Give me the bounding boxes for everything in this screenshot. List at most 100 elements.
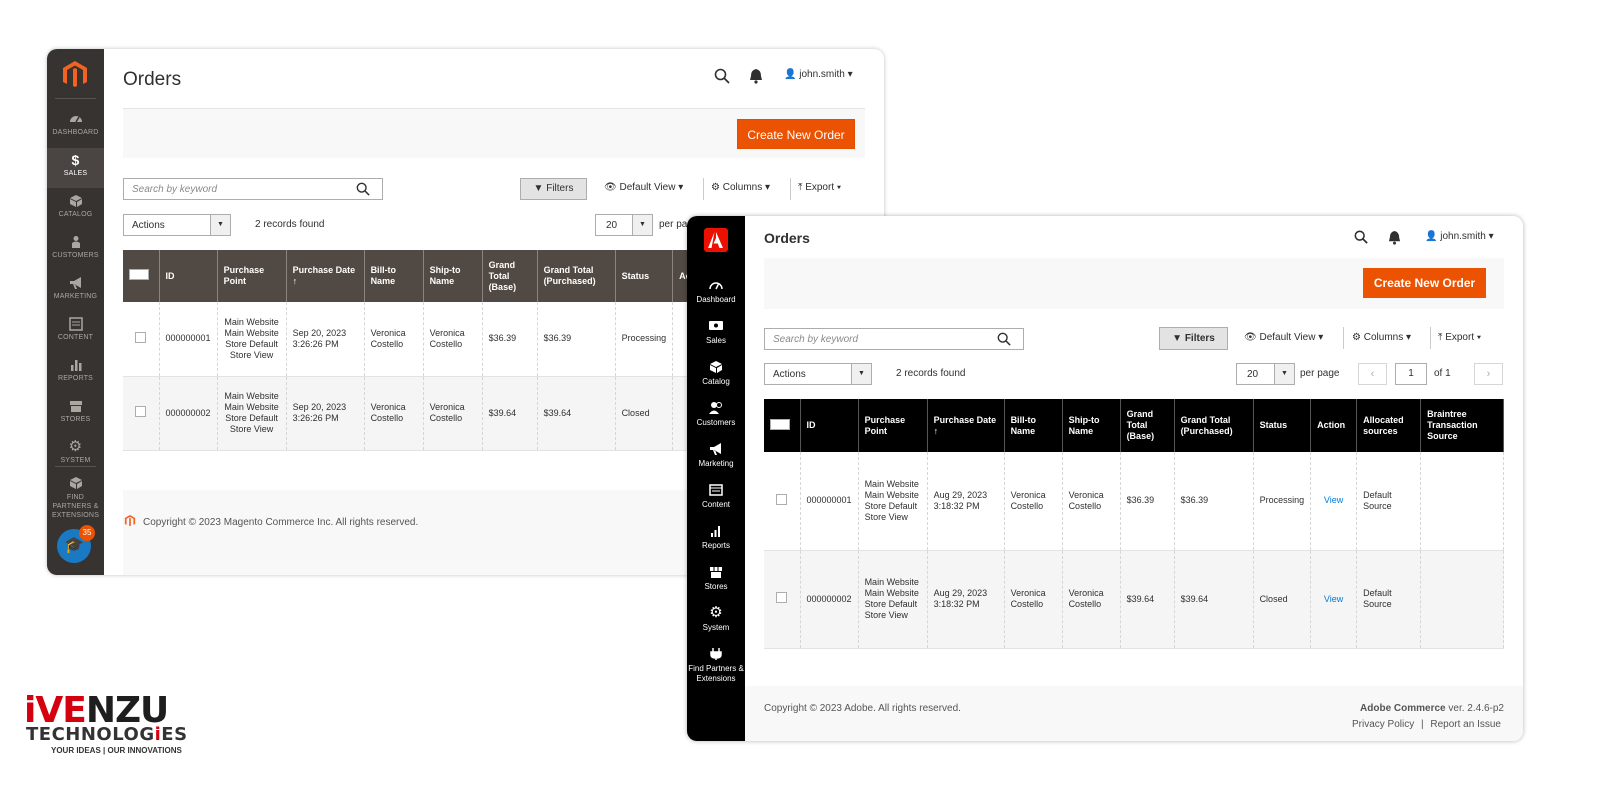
header-label: Purchase Date [933, 414, 997, 425]
funnel-icon: ▼ [1172, 333, 1183, 344]
magento-logo-icon [124, 515, 136, 527]
sidebar-item-marketing[interactable]: MARKETING [47, 271, 104, 311]
sidebar-item-system[interactable]: ⚙ SYSTEM [47, 435, 104, 475]
sidebar-item-reports[interactable]: REPORTS [47, 353, 104, 393]
privacy-policy-link[interactable]: Privacy Policy [1352, 719, 1414, 730]
sidebar-item-customers[interactable]: CUSTOMERS [47, 230, 104, 270]
user-name: john.smith [1440, 231, 1486, 242]
header-allocated-sources[interactable]: Allocated sources [1356, 399, 1422, 452]
user-menu[interactable]: 👤 john.smith ▾ [1425, 231, 1494, 242]
view-link[interactable]: View [1324, 495, 1343, 505]
header-id[interactable]: ID [159, 250, 218, 302]
row-select[interactable] [764, 452, 801, 551]
per-page-label: per pa [659, 219, 688, 230]
select-all-header[interactable] [123, 250, 160, 302]
toolbar-separator [703, 178, 704, 200]
partners-icon [69, 477, 82, 489]
header-purchase-date[interactable]: Purchase Date ↑ [927, 399, 1005, 452]
sidebar-item-content[interactable]: CONTENT [47, 312, 104, 352]
view-link[interactable]: View [1324, 594, 1343, 604]
header-ship-to[interactable]: Ship-to Name [1062, 399, 1121, 452]
filters-button[interactable]: ▼ Filters [1159, 327, 1228, 350]
user-menu[interactable]: 👤 john.smith ▾ [784, 69, 853, 80]
header-status[interactable]: Status [1253, 399, 1312, 452]
sidebar-item-partners[interactable]: Find Partners & Extensions [687, 643, 745, 687]
chevron-down-icon: ▾ [1476, 332, 1482, 343]
graduation-cap-icon: 🎓 [64, 537, 84, 554]
sort-arrow-icon: ↑ [933, 425, 939, 436]
sidebar-item-sales[interactable]: Sales [687, 315, 745, 355]
sidebar-label: DASHBOARD [52, 129, 99, 136]
cell-status: Processing [1253, 452, 1312, 551]
header-bill-to[interactable]: Bill-to Name [364, 250, 424, 302]
header-braintree-source[interactable]: Braintree Transaction Source [1420, 399, 1504, 452]
header-grand-total-base[interactable]: Grand Total (Base) [482, 250, 538, 302]
row-checkbox[interactable] [776, 493, 788, 505]
row-select[interactable] [123, 302, 160, 377]
sidebar-item-sales[interactable]: $ SALES [47, 148, 104, 188]
header-id[interactable]: ID [800, 399, 859, 452]
create-new-order-button[interactable]: Create New Order [737, 119, 855, 149]
gear-icon: ⚙ [711, 182, 720, 193]
default-view-dropdown[interactable]: 👁 Default View ▾ [1244, 332, 1323, 343]
row-select[interactable] [123, 376, 160, 451]
row-checkbox[interactable] [776, 592, 788, 603]
header-ship-to[interactable]: Ship-to Name [423, 250, 483, 302]
default-view-dropdown[interactable]: 👁 Default View ▾ [604, 182, 683, 193]
columns-dropdown[interactable]: ⚙ Columns ▾ [1352, 332, 1411, 343]
prev-page-button[interactable]: ‹ [1358, 363, 1387, 385]
next-page-button[interactable]: › [1474, 363, 1503, 385]
sidebar-item-marketing[interactable]: Marketing [687, 438, 745, 478]
sidebar-item-dashboard[interactable]: DASHBOARD [47, 107, 104, 147]
header-purchase-point[interactable]: Purchase Point [217, 250, 287, 302]
sidebar-item-content[interactable]: Content [687, 479, 745, 519]
bell-icon[interactable] [749, 68, 763, 84]
page-title: Orders [764, 230, 810, 246]
bell-icon[interactable] [1388, 230, 1401, 245]
sidebar-item-stores[interactable]: Stores [687, 561, 745, 601]
sidebar-item-reports[interactable]: Reports [687, 520, 745, 560]
mass-actions-dropdown[interactable]: Actions ▼ [123, 214, 231, 236]
header-purchase-date[interactable]: Purchase Date ↑ [286, 250, 365, 302]
sidebar-item-dashboard[interactable]: Dashboard [687, 274, 745, 314]
export-dropdown[interactable]: ⤒ Export ▾ [798, 182, 841, 193]
header-status[interactable]: Status [615, 250, 674, 302]
ivenzu-logo: iVENZU TECHNOLOGiES YOUR IDEAS | OUR INN… [24, 690, 224, 760]
per-page-select[interactable]: 20 ▼ [1236, 363, 1295, 385]
sidebar-item-stores[interactable]: STORES [47, 394, 104, 434]
search-input[interactable]: Search by keyword [764, 328, 1024, 350]
sidebar-item-system[interactable]: ⚙ System [687, 602, 745, 642]
create-new-order-button[interactable]: Create New Order [1363, 268, 1486, 298]
search-icon[interactable] [714, 68, 730, 84]
sidebar-item-customers[interactable]: Customers [687, 397, 745, 437]
filters-button[interactable]: ▼ Filters [520, 178, 587, 200]
select-all-header[interactable] [764, 399, 801, 452]
report-issue-link[interactable]: Report an Issue [1430, 719, 1501, 730]
export-dropdown[interactable]: ⤒ Export ▾ [1438, 332, 1481, 343]
megaphone-icon [710, 443, 721, 455]
row-checkbox[interactable] [135, 331, 147, 343]
mass-actions-dropdown[interactable]: Actions ▼ [764, 363, 872, 385]
sidebar-item-catalog[interactable]: CATALOG [47, 189, 104, 229]
sidebar-item-catalog[interactable]: Catalog [687, 356, 745, 396]
select-all-checkbox[interactable] [770, 418, 790, 430]
header-grand-total-purchased[interactable]: Grand Total (Purchased) [537, 250, 616, 302]
gear-icon: ⚙ [709, 604, 723, 621]
sidebar-item-partners[interactable]: FIND PARTNERS & EXTENSIONS [47, 471, 104, 519]
search-icon[interactable] [997, 332, 1011, 346]
search-icon[interactable] [1354, 230, 1368, 244]
header-grand-total-purchased[interactable]: Grand Total (Purchased) [1174, 399, 1254, 452]
row-select[interactable] [764, 550, 801, 649]
row-checkbox[interactable] [135, 406, 147, 417]
header-action[interactable]: Action [1310, 399, 1358, 452]
reports-icon [70, 360, 81, 371]
header-bill-to[interactable]: Bill-to Name [1004, 399, 1063, 452]
page-number-input[interactable]: 1 [1395, 363, 1427, 385]
per-page-select[interactable]: 20 ▼ [595, 214, 653, 236]
select-all-checkbox[interactable] [129, 269, 149, 280]
header-purchase-point[interactable]: Purchase Point [858, 399, 928, 452]
header-grand-total-base[interactable]: Grand Total (Base) [1120, 399, 1175, 452]
columns-dropdown[interactable]: ⚙ Columns ▾ [711, 182, 770, 193]
search-input[interactable]: Search by keyword [123, 178, 383, 200]
search-icon[interactable] [356, 182, 370, 196]
